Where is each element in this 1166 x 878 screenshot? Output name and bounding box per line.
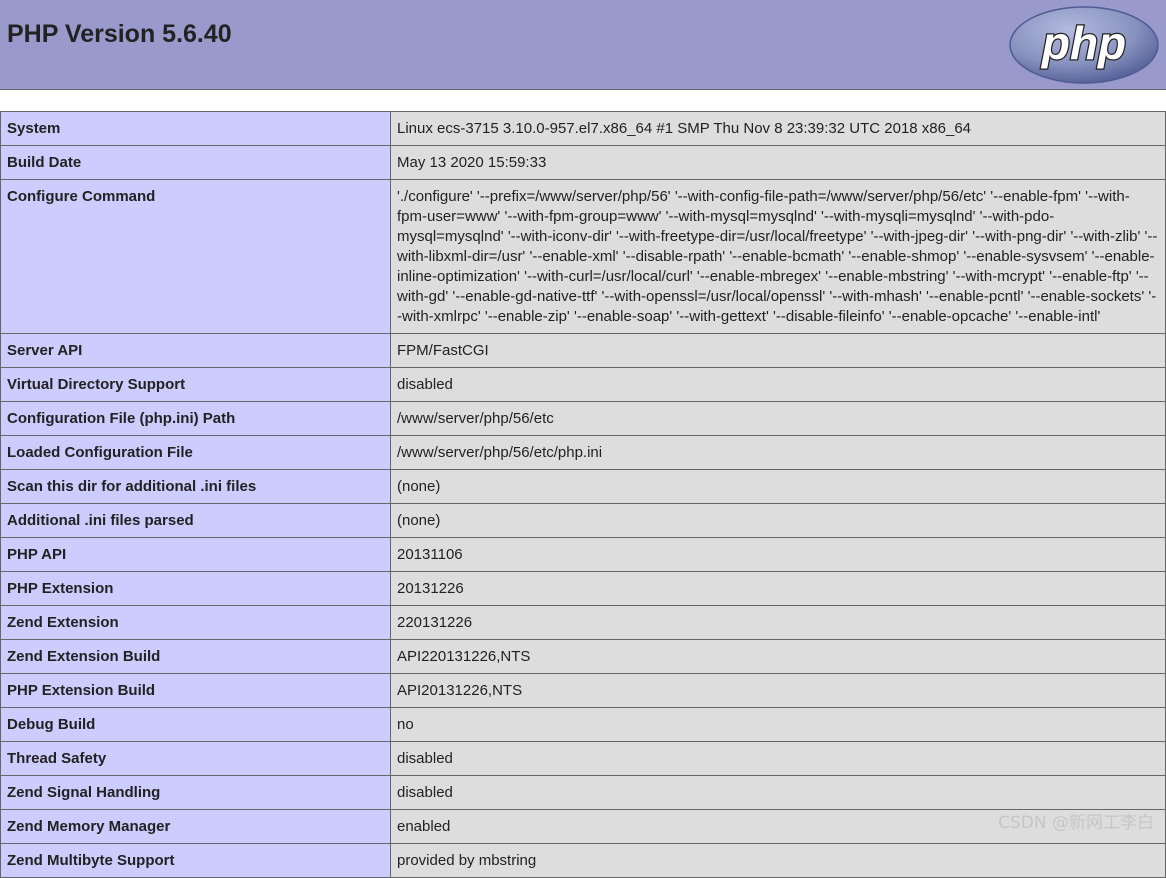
row-value: provided by mbstring [391,844,1166,878]
table-row: Loaded Configuration File/www/server/php… [1,436,1166,470]
row-key: System [1,112,391,146]
row-key: PHP API [1,538,391,572]
row-value: (none) [391,470,1166,504]
table-row: Zend Memory Managerenabled [1,810,1166,844]
row-value: May 13 2020 15:59:33 [391,146,1166,180]
table-row: Additional .ini files parsed(none) [1,504,1166,538]
row-value: 220131226 [391,606,1166,640]
row-key: Zend Multibyte Support [1,844,391,878]
watermark: CSDN @新网工李白 [998,808,1154,833]
row-value: disabled [391,742,1166,776]
table-row: Zend Signal Handlingdisabled [1,776,1166,810]
row-value: 20131106 [391,538,1166,572]
php-logo-text: php [1040,17,1126,69]
row-key: Loaded Configuration File [1,436,391,470]
row-key: Zend Extension [1,606,391,640]
row-value: FPM/FastCGI [391,334,1166,368]
row-value: /www/server/php/56/etc [391,402,1166,436]
row-key: Zend Extension Build [1,640,391,674]
page-title: PHP Version 5.6.40 [7,20,232,49]
table-row: Server APIFPM/FastCGI [1,334,1166,368]
table-row: Thread Safetydisabled [1,742,1166,776]
row-value: Linux ecs-3715 3.10.0-957.el7.x86_64 #1 … [391,112,1166,146]
table-row: Zend Extension220131226 [1,606,1166,640]
table-row: Zend Extension BuildAPI220131226,NTS [1,640,1166,674]
table-row: Virtual Directory Supportdisabled [1,368,1166,402]
table-row: PHP API20131106 [1,538,1166,572]
row-key: Additional .ini files parsed [1,504,391,538]
table-row: PHP Extension BuildAPI20131226,NTS [1,674,1166,708]
row-key: PHP Extension Build [1,674,391,708]
row-value: API20131226,NTS [391,674,1166,708]
info-table-body: SystemLinux ecs-3715 3.10.0-957.el7.x86_… [1,112,1166,878]
row-value: disabled [391,368,1166,402]
php-info-table: SystemLinux ecs-3715 3.10.0-957.el7.x86_… [0,111,1166,878]
table-row: Configuration File (php.ini) Path/www/se… [1,402,1166,436]
row-key: PHP Extension [1,572,391,606]
row-key: Zend Signal Handling [1,776,391,810]
row-value: no [391,708,1166,742]
row-key: Build Date [1,146,391,180]
row-value: (none) [391,504,1166,538]
table-row: Scan this dir for additional .ini files(… [1,470,1166,504]
row-key: Configure Command [1,180,391,334]
row-value: 20131226 [391,572,1166,606]
table-row: PHP Extension20131226 [1,572,1166,606]
table-row: Build DateMay 13 2020 15:59:33 [1,146,1166,180]
row-value: disabled [391,776,1166,810]
php-logo-icon[interactable]: php [1008,5,1160,85]
table-row: Debug Buildno [1,708,1166,742]
row-key: Debug Build [1,708,391,742]
table-row: Configure Command'./configure' '--prefix… [1,180,1166,334]
row-key: Zend Memory Manager [1,810,391,844]
row-key: Configuration File (php.ini) Path [1,402,391,436]
row-value: './configure' '--prefix=/www/server/php/… [391,180,1166,334]
row-value: API220131226,NTS [391,640,1166,674]
php-info-header: PHP Version 5.6.40 php [0,0,1166,90]
row-key: Server API [1,334,391,368]
row-key: Scan this dir for additional .ini files [1,470,391,504]
row-key: Virtual Directory Support [1,368,391,402]
row-key: Thread Safety [1,742,391,776]
row-value: /www/server/php/56/etc/php.ini [391,436,1166,470]
table-row: SystemLinux ecs-3715 3.10.0-957.el7.x86_… [1,112,1166,146]
table-row: Zend Multibyte Supportprovided by mbstri… [1,844,1166,878]
